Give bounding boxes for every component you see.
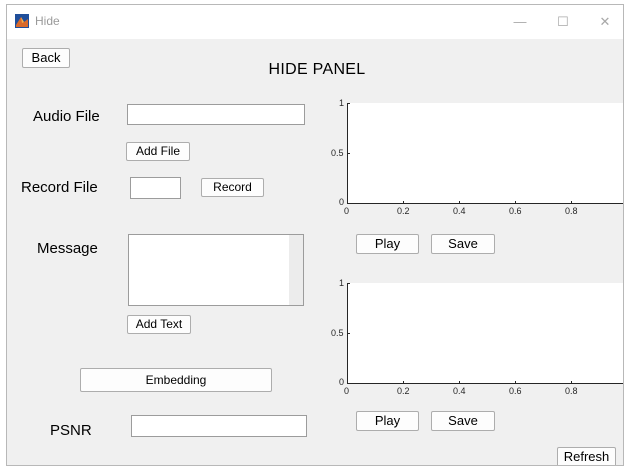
plot-2-x-tick	[459, 381, 460, 383]
record-button[interactable]: Record	[201, 178, 264, 197]
window-title: Hide	[35, 14, 60, 28]
plot-1-play-button[interactable]: Play	[356, 234, 419, 254]
plot-2-y-tick-label: 1	[339, 278, 345, 288]
plot-1-x-tick-label: 0	[344, 206, 350, 216]
plot-2-area	[347, 283, 623, 383]
message-label: Message	[37, 240, 98, 257]
message-scrollbar[interactable]	[289, 235, 303, 305]
plot-2-x-tick-label: 0.2	[397, 386, 410, 396]
plot-2-x-tick-label: 0	[344, 386, 350, 396]
plot-2-x-tick-label: 0.8	[565, 386, 578, 396]
plot-1-y-tick-label: 1	[339, 98, 345, 108]
plot-1-save-button[interactable]: Save	[431, 234, 495, 254]
plot-2-y-tick-label: 0.5	[331, 328, 344, 338]
plot-1-y-tick	[347, 103, 350, 104]
maximize-button[interactable]: ☐	[548, 11, 578, 33]
close-button[interactable]: ✕	[590, 11, 620, 33]
plot-2-x-tick-label: 0.4	[453, 386, 466, 396]
title-bar[interactable]: Hide — ☐ ✕	[7, 5, 623, 39]
plot-2-x-tick	[515, 381, 516, 383]
plot-2-x-tick	[571, 381, 572, 383]
plot-1-x-tick	[403, 201, 404, 203]
plot-2-save-button[interactable]: Save	[431, 411, 495, 431]
panel-title: HIDE PANEL	[268, 61, 366, 78]
hide-window: Hide — ☐ ✕ Back HIDE PANEL Audio File Ad…	[6, 4, 624, 466]
plot-1-x-tick-label: 0.2	[397, 206, 410, 216]
plot-2-y-tick	[347, 333, 350, 334]
add-text-button[interactable]: Add Text	[127, 315, 191, 334]
matlab-icon	[15, 14, 29, 28]
plot-2-x-tick	[403, 381, 404, 383]
plot-2-x-axis	[347, 383, 623, 384]
plot-2-play-button[interactable]: Play	[356, 411, 419, 431]
plot-1-area	[347, 103, 623, 203]
plot-1-y-tick	[347, 153, 350, 154]
record-file-input[interactable]	[130, 177, 181, 199]
plot-1-x-tick	[459, 201, 460, 203]
refresh-button[interactable]: Refresh	[557, 447, 616, 465]
psnr-value-input[interactable]	[131, 415, 307, 437]
minimize-button[interactable]: —	[505, 11, 535, 33]
add-file-button[interactable]: Add File	[126, 142, 190, 161]
plot-1-x-tick-label: 0.4	[453, 206, 466, 216]
plot-1-x-tick	[571, 201, 572, 203]
record-file-label: Record File	[21, 179, 98, 196]
audio-file-path-input[interactable]	[127, 104, 305, 125]
audio-file-label: Audio File	[33, 108, 100, 125]
plot-2-y-tick	[347, 283, 350, 284]
plot-1-x-tick-label: 0.6	[509, 206, 522, 216]
plot-1-x-tick	[515, 201, 516, 203]
message-textarea[interactable]	[128, 234, 304, 306]
psnr-label: PSNR	[50, 422, 92, 439]
plot-1-y-tick-label: 0.5	[331, 148, 344, 158]
plot-2-x-tick-label: 0.6	[509, 386, 522, 396]
plot-1-x-tick-label: 0.8	[565, 206, 578, 216]
back-button[interactable]: Back	[22, 48, 70, 68]
embedding-button[interactable]: Embedding	[80, 368, 272, 392]
plot-1-x-axis	[347, 203, 623, 204]
